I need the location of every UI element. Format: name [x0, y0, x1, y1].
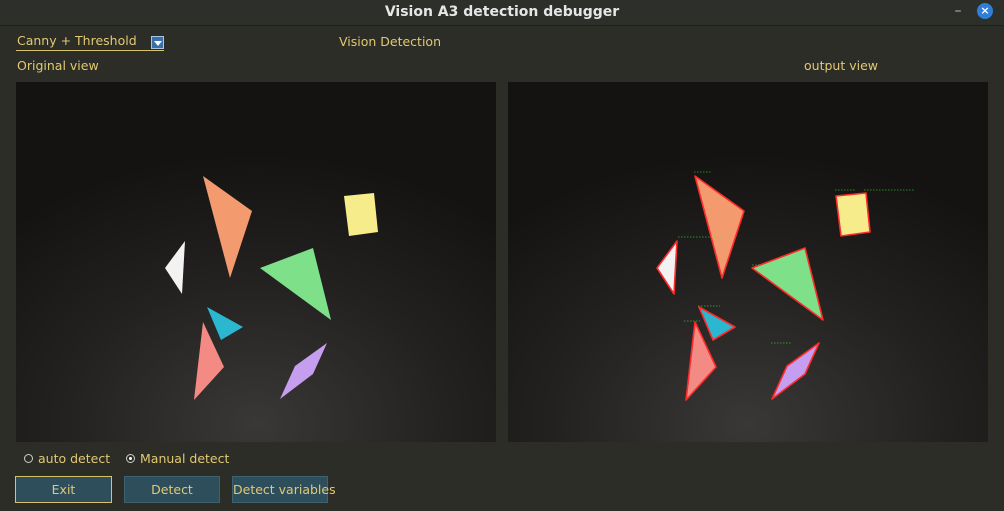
exit-button[interactable]: Exit: [15, 476, 112, 503]
shape-yellow-square: [344, 193, 378, 236]
output-view-label: output view: [804, 58, 878, 73]
detect-button[interactable]: Detect: [124, 476, 220, 503]
output-view-canvas: [508, 82, 988, 442]
detect-variables-button[interactable]: Detect variables: [232, 476, 336, 503]
vision-detection-label: Vision Detection: [339, 34, 442, 49]
original-view-image: [16, 82, 496, 442]
table-surface: [508, 82, 988, 442]
manual-detect-label: Manual detect: [140, 451, 230, 466]
original-view-canvas: [16, 82, 496, 442]
close-icon[interactable]: ×: [977, 3, 993, 19]
window-title: Vision A3 detection debugger: [384, 4, 620, 20]
title-bar: Vision A3 detection debugger – ×: [0, 0, 1004, 26]
auto-detect-label: auto detect: [38, 451, 111, 466]
manual-detect-radio-dot[interactable]: [126, 454, 135, 463]
output-view-image: [508, 82, 988, 442]
original-view-label: Original view: [17, 58, 99, 73]
mode-select-value: Canny + Threshold: [17, 33, 137, 48]
minimize-icon[interactable]: –: [948, 2, 968, 22]
detected-yellow-square: [835, 192, 871, 237]
auto-detect-radio-dot[interactable]: [24, 454, 33, 463]
table-surface: [16, 82, 496, 442]
mode-select-dropdown[interactable]: Canny + Threshold: [16, 33, 164, 51]
chevron-down-icon[interactable]: [151, 36, 164, 49]
